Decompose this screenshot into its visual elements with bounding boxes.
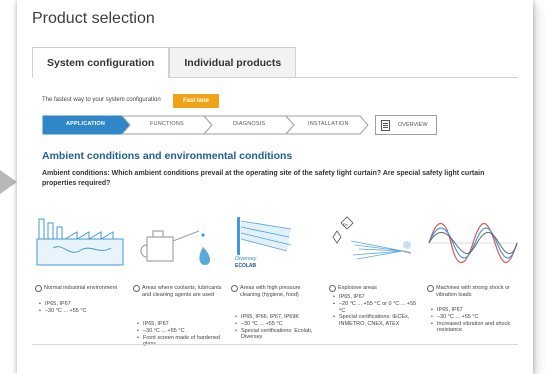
screenshot-stage: Product selection System configuration I… [0, 0, 552, 374]
pressure-cleaning-icon: Diversey ECOLAB [235, 217, 292, 269]
option-label: Normal industrial environment [44, 285, 118, 291]
section-heading: Ambient conditions and environmental con… [42, 150, 293, 162]
tab-individual-products[interactable]: Individual products [169, 47, 297, 77]
bullet: IP65, IP66, IP67, IP69K [235, 314, 323, 321]
step-application-label: Application [66, 121, 106, 127]
option-label: Areas where coolants, lubricants and cle… [142, 285, 222, 298]
overview-list-icon [381, 120, 390, 131]
overview-label: Overview [398, 122, 428, 128]
bullet: –20 °C ... +55 °C or 0 °C ... +55 °C [333, 301, 421, 315]
logo-ecolab: ECOLAB [235, 263, 257, 269]
svg-text:Ex: Ex [343, 222, 348, 227]
logo-diversey: Diversey [235, 256, 258, 262]
pointer-arrow [0, 170, 17, 194]
bullet: Special certifications: IECEx, INMETRO, … [333, 314, 421, 328]
tab-system-configuration[interactable]: System configuration [32, 47, 170, 78]
explosion-protection-icon: Ex [332, 216, 412, 260]
vibration-wave-icon [428, 222, 518, 264]
step-navigation: Application Functions Diagnosis Installa… [42, 115, 437, 135]
bullet: IP65, IP67 [39, 301, 127, 308]
option-bullets: IP65, IP67 –30 °C ... +55 °C Increased v… [431, 307, 519, 334]
bullet: –30 °C ... +55 °C [137, 328, 225, 335]
option-bullets: IP65, IP67 –30 °C ... +55 °C [39, 301, 127, 315]
radio-shock-vibration[interactable] [427, 285, 434, 292]
bullet: –30 °C ... +55 °C [235, 321, 323, 328]
page-title: Product selection [32, 10, 155, 27]
bullet: IP65, IP67 [431, 307, 519, 314]
bullet: –30 °C ... +55 °C [431, 314, 519, 321]
bullet: Increased vibration and shock resistance [431, 321, 519, 335]
bullet: IP65, IP67 [137, 321, 225, 328]
bullet: Special certifications: Ecolab, Diversey [235, 328, 323, 342]
oil-can-icon [140, 230, 210, 265]
bullet: IP65, IP67 [333, 294, 421, 301]
fast-lane-text: The fastest way to your system configura… [42, 97, 161, 103]
question-text: Ambient conditions: Which ambient condit… [42, 170, 485, 187]
radio-high-pressure-cleaning[interactable] [231, 285, 238, 292]
step-functions-label: Functions [150, 121, 184, 127]
step-diagnosis-label: Diagnosis [233, 121, 266, 127]
bullet: –30 °C ... +55 °C [39, 308, 127, 315]
factory-icon [36, 218, 124, 266]
option-bullets: IP65, IP67 –20 °C ... +55 °C or 0 °C ...… [333, 294, 421, 328]
option-label: Areas with high pressure cleaning (hygie… [240, 285, 301, 298]
tab-bar: System configuration Individual products [32, 47, 297, 78]
radio-explosive-areas[interactable] [329, 285, 336, 292]
radio-normal-industrial[interactable] [35, 285, 42, 292]
option-bullets: IP65, IP66, IP67, IP69K –30 °C ... +55 °… [235, 314, 323, 341]
step-installation-label: Installation [308, 121, 349, 127]
overview-button[interactable]: Overview [375, 115, 437, 135]
bullet: Front screen made of hardened glass [137, 335, 225, 349]
product-selection-card: Product selection System configuration I… [17, 0, 533, 374]
radio-coolants-lubricants[interactable] [133, 285, 140, 292]
bottom-divider [32, 344, 518, 345]
option-label: Explosive areas [338, 285, 377, 291]
fast-lane-button[interactable]: Fast lane [173, 94, 219, 108]
option-label: Machines with strong shock or vibration … [436, 285, 510, 298]
